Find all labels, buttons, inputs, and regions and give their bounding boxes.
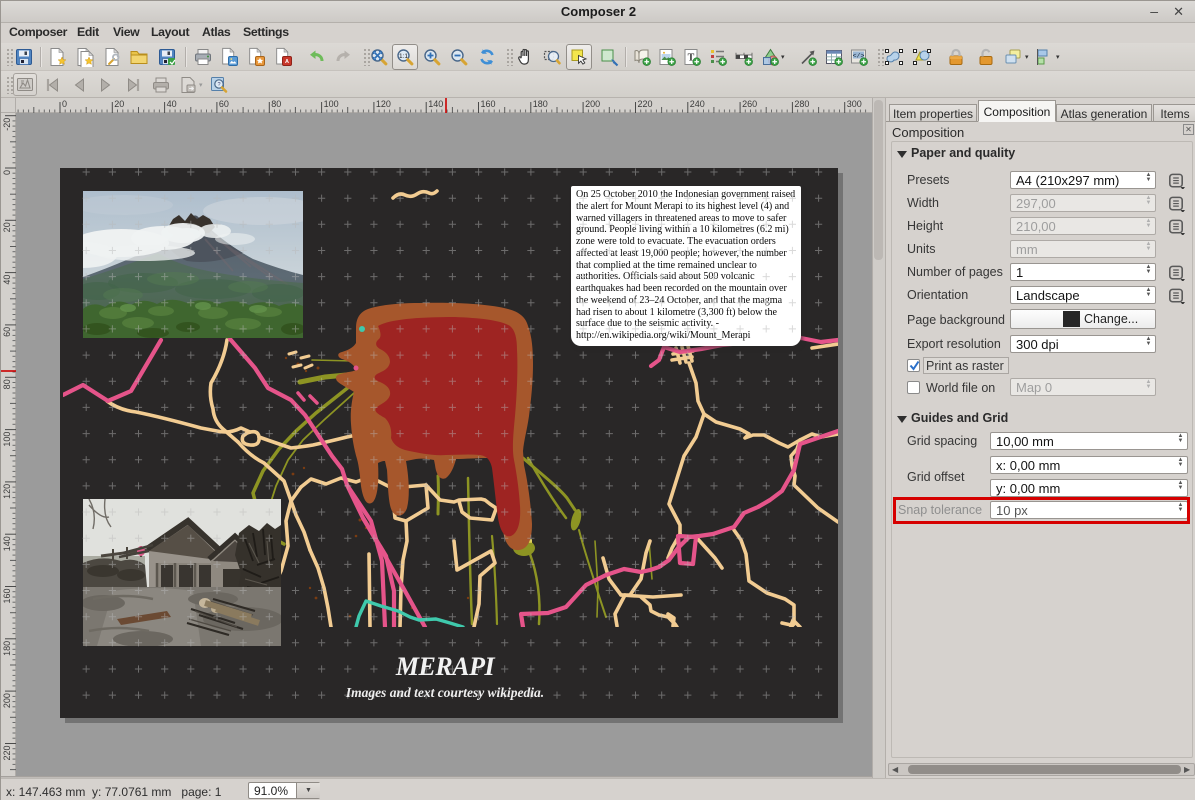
svg-text:280: 280 (794, 99, 809, 109)
svg-text:200: 200 (2, 693, 12, 708)
svg-text:160: 160 (2, 589, 12, 604)
svg-text:-20: -20 (2, 118, 12, 131)
svg-text:80: 80 (2, 379, 12, 389)
svg-text:180: 180 (2, 641, 12, 656)
svg-text:300: 300 (847, 99, 862, 109)
svg-text:120: 120 (2, 484, 12, 499)
svg-text:180: 180 (533, 99, 548, 109)
svg-text:0: 0 (2, 170, 12, 175)
svg-text:20: 20 (114, 99, 124, 109)
svg-text:220: 220 (2, 746, 12, 761)
svg-text:120: 120 (376, 99, 391, 109)
svg-text:20: 20 (2, 222, 12, 232)
svg-text:80: 80 (271, 99, 281, 109)
svg-text:240: 240 (690, 99, 705, 109)
svg-text:40: 40 (167, 99, 177, 109)
svg-text:40: 40 (2, 275, 12, 285)
svg-text:60: 60 (2, 327, 12, 337)
svg-text:140: 140 (2, 536, 12, 551)
svg-text:200: 200 (585, 99, 600, 109)
svg-text:60: 60 (219, 99, 229, 109)
svg-text:100: 100 (324, 99, 339, 109)
svg-text:220: 220 (638, 99, 653, 109)
svg-text:0: 0 (62, 99, 67, 109)
svg-text:260: 260 (742, 99, 757, 109)
svg-text:160: 160 (481, 99, 496, 109)
svg-text:100: 100 (2, 432, 12, 447)
svg-text:140: 140 (428, 99, 443, 109)
